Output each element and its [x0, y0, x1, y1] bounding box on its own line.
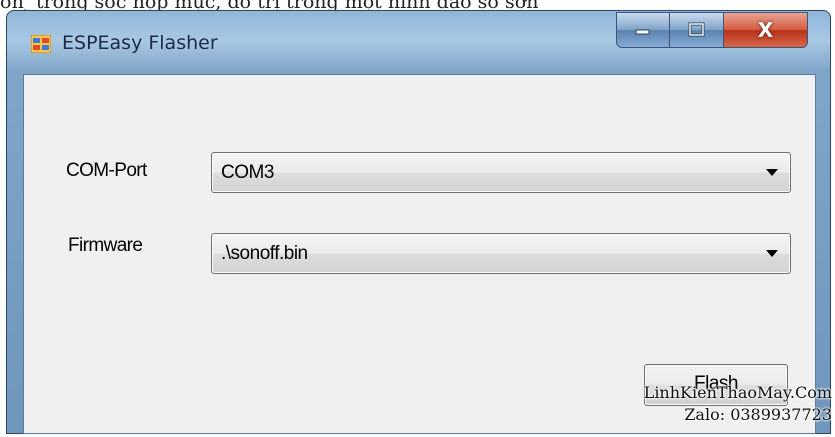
caption-buttons: X: [616, 12, 808, 50]
com-port-value: COM3: [221, 162, 274, 183]
minimize-button[interactable]: [616, 12, 670, 48]
watermark-line-contact: Zalo: 0389937723: [684, 405, 832, 424]
watermark: LinhKienThaoMay.Com Zalo: 0389937723: [604, 382, 832, 426]
firmware-label: Firmware: [68, 235, 143, 256]
firmware-value: .\sonoff.bin: [221, 243, 308, 264]
screenshot: ồn ̣ trong sốc nộp mục, đổ trị trong một…: [0, 0, 835, 437]
winforms-app-icon: [31, 35, 51, 53]
chevron-down-icon: [766, 169, 778, 176]
close-icon: X: [757, 18, 774, 42]
form-client-area: COM-Port COM3 Firmware .\sonoff.bin Flas…: [23, 74, 816, 434]
firmware-select[interactable]: .\sonoff.bin: [211, 233, 791, 274]
minimize-icon: [635, 29, 650, 35]
window-title: ESPEasy Flasher: [62, 32, 218, 54]
app-window: ESPEasy Flasher X COM-Port COM3 Firmware…: [6, 10, 831, 434]
com-port-select[interactable]: COM3: [211, 152, 791, 193]
com-port-label: COM-Port: [66, 160, 147, 181]
close-button[interactable]: X: [724, 12, 808, 48]
chevron-down-icon: [766, 250, 778, 257]
maximize-button[interactable]: [670, 12, 724, 48]
title-bar[interactable]: ESPEasy Flasher X: [7, 11, 830, 73]
maximize-icon: [688, 22, 704, 37]
watermark-line-website: LinhKienThaoMay.Com: [643, 383, 832, 402]
